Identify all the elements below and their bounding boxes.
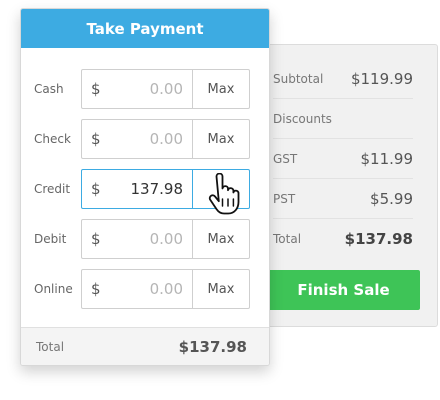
currency-symbol: $ <box>91 230 101 248</box>
summary-value: $11.99 <box>360 149 414 168</box>
total-value: $137.98 <box>178 337 247 356</box>
summary-row-total: Total $137.98 <box>273 219 413 259</box>
amount-value: 0.00 <box>149 280 183 298</box>
debit-max-button[interactable]: Max <box>192 219 250 259</box>
payment-row-check: Check $ 0.00 Max <box>21 119 269 159</box>
summary-label: PST <box>273 191 296 206</box>
payment-row-credit: Credit $ 137.98 <box>21 169 269 209</box>
summary-label: Discounts <box>273 111 332 126</box>
payment-method-label: Check <box>34 132 71 146</box>
summary-label: Subtotal <box>273 71 324 86</box>
cash-max-button[interactable]: Max <box>192 69 250 109</box>
payment-row-debit: Debit $ 0.00 Max <box>21 219 269 259</box>
currency-symbol: $ <box>91 180 101 198</box>
payment-row-online: Online $ 0.00 Max <box>21 269 269 309</box>
finish-sale-button[interactable]: Finish Sale <box>267 270 420 310</box>
currency-symbol: $ <box>91 130 101 148</box>
summary-value: $5.99 <box>370 189 413 208</box>
summary-row-pst: PST $5.99 <box>273 179 413 219</box>
payment-total-bar: Total $137.98 <box>21 327 269 365</box>
amount-value: 0.00 <box>149 80 183 98</box>
online-max-button[interactable]: Max <box>192 269 250 309</box>
amount-value: 137.98 <box>130 180 184 198</box>
take-payment-panel: Take Payment Cash $ 0.00 Max Check $ 0.0… <box>20 8 270 366</box>
payment-method-label: Cash <box>34 82 64 96</box>
payment-row-cash: Cash $ 0.00 Max <box>21 69 269 109</box>
payment-method-label: Credit <box>34 182 71 196</box>
summary-value: $119.99 <box>350 69 413 88</box>
summary-row-subtotal: Subtotal $119.99 <box>273 59 413 99</box>
currency-symbol: $ <box>91 80 101 98</box>
amount-value: 0.00 <box>149 130 183 148</box>
summary-row-gst: GST $11.99 <box>273 139 413 179</box>
summary-row-discounts: Discounts <box>273 99 413 139</box>
check-amount-input[interactable]: $ 0.00 <box>81 119 193 159</box>
debit-amount-input[interactable]: $ 0.00 <box>81 219 193 259</box>
summary-label: Total <box>273 232 302 246</box>
summary-total-value: $137.98 <box>344 230 413 248</box>
credit-amount-input[interactable]: $ 137.98 <box>81 169 193 209</box>
amount-value: 0.00 <box>149 230 183 248</box>
payment-method-label: Online <box>34 282 73 296</box>
currency-symbol: $ <box>91 280 101 298</box>
total-label: Total <box>36 339 65 354</box>
payment-scene: Subtotal $119.99 Discounts GST $11.99 PS… <box>0 0 440 400</box>
online-amount-input[interactable]: $ 0.00 <box>81 269 193 309</box>
cash-amount-input[interactable]: $ 0.00 <box>81 69 193 109</box>
credit-max-button[interactable] <box>192 169 250 209</box>
panel-title: Take Payment <box>21 9 269 48</box>
payment-method-label: Debit <box>34 232 67 246</box>
order-summary-panel: Subtotal $119.99 Discounts GST $11.99 PS… <box>254 44 438 327</box>
summary-label: GST <box>273 151 298 166</box>
check-max-button[interactable]: Max <box>192 119 250 159</box>
